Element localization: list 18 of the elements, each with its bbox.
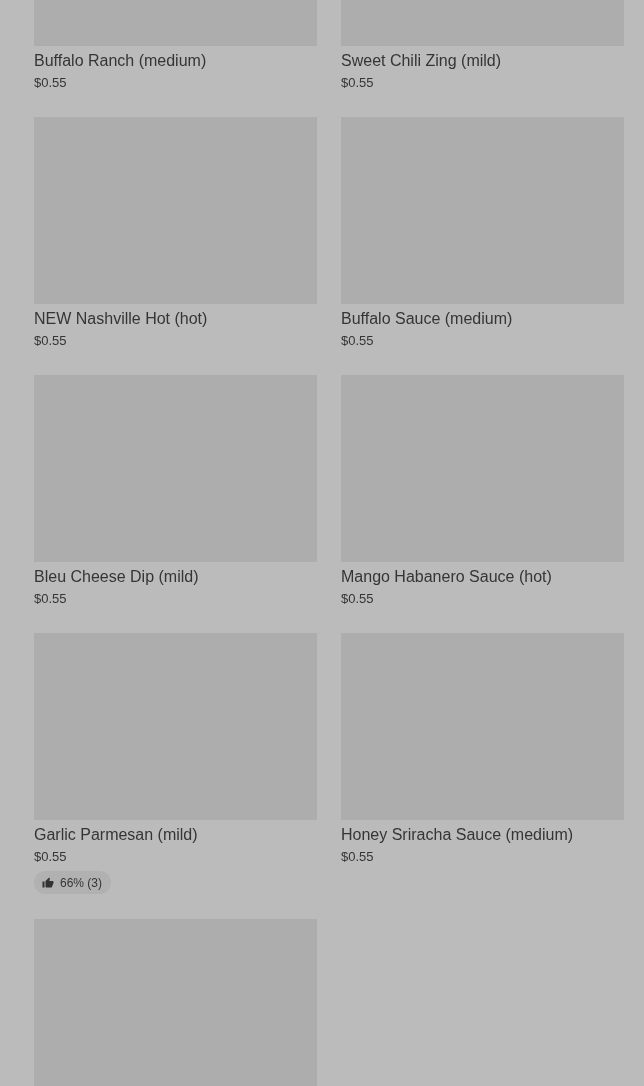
item-price: $0.55 [34,332,68,350]
item-price: $0.55 [341,332,375,350]
rating-badge: 66% (3) [34,871,112,894]
item-price: $0.55 [34,590,68,608]
item-price: $0.55 [34,74,68,92]
item-name: NEW Nashville Hot (hot) [34,309,209,329]
thumbs-up-icon [42,876,54,889]
item-name: Bleu Cheese Dip (mild) [34,567,200,587]
item-name: Buffalo Sauce (medium) [341,309,514,329]
item-name: Sweet Chili Zing (mild) [341,51,503,71]
item-price: $0.55 [34,848,68,866]
item-price: $0.55 [341,848,375,866]
item-price: $0.55 [341,590,375,608]
item-name: Mango Habanero Sauce (hot) [341,567,553,587]
item-price: $0.55 [341,74,375,92]
item-name: Garlic Parmesan (mild) [34,825,199,845]
item-name: Buffalo Ranch (medium) [34,51,208,71]
item-name: Honey Sriracha Sauce (medium) [341,825,575,845]
